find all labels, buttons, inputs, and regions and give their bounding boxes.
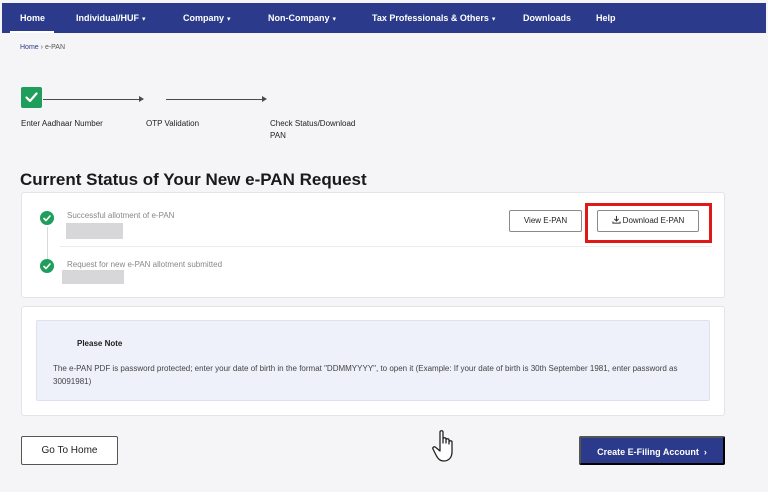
status-divider <box>60 246 712 247</box>
step-connector <box>43 99 140 100</box>
nav-downloads-label: Downloads <box>523 13 572 23</box>
step-completed-icon <box>21 87 42 108</box>
nav-tax-professionals-label: Tax Professionals & Others <box>372 13 489 23</box>
status-allotment-text: Successful allotment of e-PAN <box>67 211 175 220</box>
step-label-line: Check Status/Download <box>270 119 356 128</box>
nav-home-label: Home <box>20 13 46 23</box>
nav-help-label: Help <box>596 13 616 23</box>
redacted-date <box>66 223 123 239</box>
step-label-aadhaar: Enter Aadhaar Number <box>21 119 103 128</box>
step-label-otp: OTP Validation <box>146 119 200 128</box>
status-success-icon <box>40 259 54 273</box>
chevron-down-icon: ▾ <box>227 16 231 23</box>
nav-non-company[interactable]: Non-Company ▾ <box>268 3 336 33</box>
page-title: Current Status of Your New e-PAN Request <box>20 170 367 189</box>
nav-help[interactable]: Help <box>596 3 616 33</box>
view-epan-button[interactable]: View E-PAN <box>509 210 582 232</box>
nav-individual-huf[interactable]: Individual/HUF ▾ <box>76 3 146 33</box>
nav-individual-huf-label: Individual/HUF <box>76 13 139 23</box>
hand-cursor-icon <box>432 430 453 462</box>
breadcrumb-separator: › <box>40 44 43 51</box>
nav-company-label: Company <box>183 13 225 23</box>
note-title: Please Note <box>77 339 123 348</box>
note-panel <box>36 320 710 401</box>
download-epan-label: Download E-PAN <box>622 216 685 225</box>
nav-downloads[interactable]: Downloads <box>523 3 571 33</box>
top-navbar: Home Individual/HUF ▾ Company ▾ Non-Compan… <box>2 3 766 33</box>
status-request-text: Request for new e-PAN allotment submitte… <box>67 260 223 269</box>
go-to-home-button[interactable]: Go To Home <box>21 436 118 465</box>
create-efiling-account-button[interactable]: Create E-Filing Account › <box>579 436 725 465</box>
step-label-check-status: Check Status/Download PAN <box>270 118 355 142</box>
nav-home[interactable]: Home <box>20 3 45 33</box>
arrow-right-icon <box>262 96 267 102</box>
checkmark-icon <box>43 263 51 270</box>
chevron-down-icon: ▾ <box>491 16 496 23</box>
create-efiling-account-label: Create E-Filing Account <box>597 447 699 457</box>
nav-non-company-label: Non-Company <box>268 13 330 23</box>
nav-tax-professionals[interactable]: Tax Professionals & Others ▾ <box>372 3 495 33</box>
chevron-down-icon: ▾ <box>332 16 337 23</box>
breadcrumb-home-link[interactable]: Home <box>20 44 39 51</box>
status-success-icon <box>40 211 54 225</box>
nav-company[interactable]: Company ▾ <box>183 3 231 33</box>
checkmark-icon <box>43 215 51 222</box>
breadcrumb-current: e-PAN <box>44 44 66 51</box>
arrow-right-icon <box>139 96 144 102</box>
download-icon <box>612 215 621 224</box>
nav-active-indicator <box>10 31 54 33</box>
step-label-line: PAN <box>270 131 286 140</box>
note-body: The e-PAN PDF is password protected; ent… <box>53 364 678 386</box>
breadcrumb: Home › e-PAN <box>20 44 65 51</box>
status-timeline-line <box>47 227 48 261</box>
step-connector <box>166 99 263 100</box>
download-epan-button[interactable]: Download E-PAN <box>597 210 699 232</box>
chevron-down-icon: ▾ <box>142 16 146 23</box>
checkmark-icon <box>25 92 38 103</box>
redacted-date <box>62 270 124 284</box>
chevron-right-icon: › <box>703 447 707 457</box>
